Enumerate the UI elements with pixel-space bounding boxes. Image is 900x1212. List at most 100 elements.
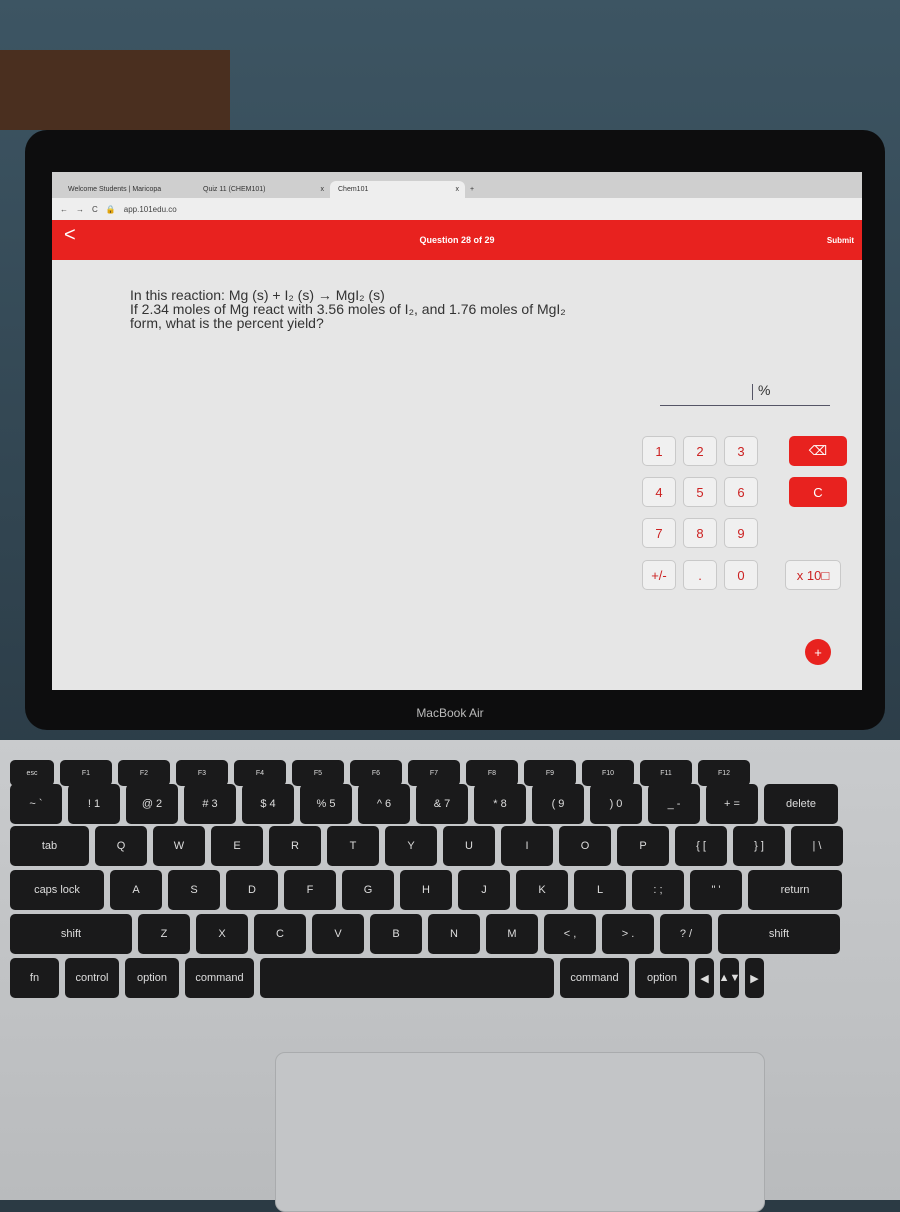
key[interactable]: shift (718, 914, 840, 954)
key[interactable]: M (486, 914, 538, 954)
key[interactable]: ? / (660, 914, 712, 954)
key[interactable]: ▲▼ (719, 958, 740, 998)
scientific-notation-button[interactable]: x 10□ (785, 560, 841, 590)
key[interactable]: ! 1 (68, 784, 120, 824)
url-text[interactable]: app.101edu.co (124, 205, 177, 214)
key[interactable]: K (516, 870, 568, 910)
key[interactable]: " ' (690, 870, 742, 910)
key[interactable]: D (226, 870, 278, 910)
key[interactable]: S (168, 870, 220, 910)
key[interactable]: < , (544, 914, 596, 954)
key[interactable]: ) 0 (590, 784, 642, 824)
key[interactable]: U (443, 826, 495, 866)
key[interactable]: : ; (632, 870, 684, 910)
keypad-key[interactable]: 2 (683, 436, 717, 466)
keypad-key[interactable]: 0 (724, 560, 758, 590)
keypad-key[interactable]: 6 (724, 477, 758, 507)
key[interactable]: option (635, 958, 689, 998)
key[interactable]: shift (10, 914, 132, 954)
key[interactable]: G (342, 870, 394, 910)
add-button[interactable]: + (805, 639, 831, 665)
key[interactable]: F1 (60, 760, 112, 786)
keypad-key[interactable]: . (683, 560, 717, 590)
keypad-key[interactable]: 8 (683, 518, 717, 548)
keypad-key[interactable]: 5 (683, 477, 717, 507)
tab-welcome[interactable]: Welcome Students | Maricopa (60, 181, 195, 198)
key[interactable]: F (284, 870, 336, 910)
new-tab-button[interactable]: + (465, 181, 479, 198)
key[interactable]: { [ (675, 826, 727, 866)
keypad-key[interactable]: 1 (642, 436, 676, 466)
key[interactable]: E (211, 826, 263, 866)
key[interactable]: * 8 (474, 784, 526, 824)
key[interactable]: @ 2 (126, 784, 178, 824)
key[interactable]: V (312, 914, 364, 954)
key[interactable]: ^ 6 (358, 784, 410, 824)
key[interactable]: > . (602, 914, 654, 954)
answer-input[interactable]: % (660, 380, 830, 406)
key[interactable]: option (125, 958, 179, 998)
key[interactable]: H (400, 870, 452, 910)
key[interactable]: ◀ (695, 958, 714, 998)
submit-button[interactable]: Submit (827, 236, 854, 245)
key[interactable]: F3 (176, 760, 228, 786)
key[interactable]: F7 (408, 760, 460, 786)
backspace-button[interactable]: ⌫ (789, 436, 847, 466)
key[interactable]: A (110, 870, 162, 910)
reload-icon[interactable]: C (92, 205, 98, 214)
key[interactable]: J (458, 870, 510, 910)
key[interactable]: Q (95, 826, 147, 866)
key[interactable]: Z (138, 914, 190, 954)
key[interactable]: command (185, 958, 254, 998)
tab-quiz[interactable]: Quiz 11 (CHEM101) x (195, 181, 330, 198)
key[interactable]: W (153, 826, 205, 866)
key[interactable]: F12 (698, 760, 750, 786)
key[interactable] (260, 958, 554, 998)
keypad-key[interactable]: 7 (642, 518, 676, 548)
keypad-key[interactable]: 4 (642, 477, 676, 507)
key[interactable]: + = (706, 784, 758, 824)
back-chevron-icon[interactable]: < (64, 224, 76, 247)
back-arrow-icon[interactable]: ← (60, 205, 68, 214)
key[interactable]: fn (10, 958, 59, 998)
key[interactable]: O (559, 826, 611, 866)
key[interactable]: return (748, 870, 842, 910)
key[interactable]: L (574, 870, 626, 910)
key[interactable]: F8 (466, 760, 518, 786)
key[interactable]: R (269, 826, 321, 866)
key[interactable]: N (428, 914, 480, 954)
trackpad[interactable] (275, 1052, 765, 1212)
forward-arrow-icon[interactable]: → (76, 205, 84, 214)
key[interactable]: P (617, 826, 669, 866)
key[interactable]: F10 (582, 760, 634, 786)
key[interactable]: $ 4 (242, 784, 294, 824)
key[interactable]: delete (764, 784, 838, 824)
key[interactable]: F11 (640, 760, 692, 786)
clear-button[interactable]: C (789, 477, 847, 507)
key[interactable]: ( 9 (532, 784, 584, 824)
key[interactable]: | \ (791, 826, 843, 866)
key[interactable]: F5 (292, 760, 344, 786)
key[interactable]: command (560, 958, 629, 998)
keypad-key[interactable]: +/- (642, 560, 676, 590)
key[interactable]: tab (10, 826, 89, 866)
key[interactable]: X (196, 914, 248, 954)
key[interactable]: # 3 (184, 784, 236, 824)
key[interactable]: ~ ` (10, 784, 62, 824)
key[interactable]: F6 (350, 760, 402, 786)
keypad-key[interactable]: 9 (724, 518, 758, 548)
key[interactable]: I (501, 826, 553, 866)
key[interactable]: % 5 (300, 784, 352, 824)
key[interactable]: B (370, 914, 422, 954)
key[interactable]: caps lock (10, 870, 104, 910)
key[interactable]: C (254, 914, 306, 954)
key[interactable]: F4 (234, 760, 286, 786)
tab-chem101[interactable]: Chem101 x (330, 181, 465, 198)
close-tab-icon[interactable]: x (456, 186, 460, 193)
key[interactable]: esc (10, 760, 54, 786)
key[interactable]: _ - (648, 784, 700, 824)
key[interactable]: T (327, 826, 379, 866)
close-tab-icon[interactable]: x (321, 186, 325, 193)
key[interactable]: control (65, 958, 119, 998)
key[interactable]: F2 (118, 760, 170, 786)
